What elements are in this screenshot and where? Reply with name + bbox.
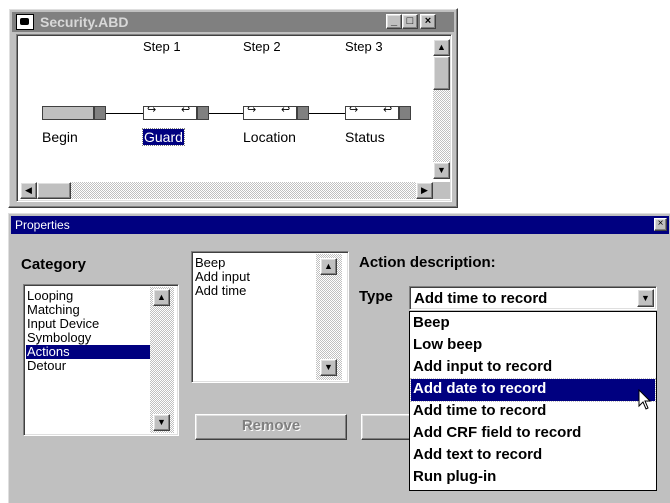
type-option-low-beep[interactable]: Low beep [411, 335, 655, 357]
scroll-up-icon[interactable]: ▲ [153, 289, 170, 306]
node-location[interactable]: ↪ ↩ [243, 104, 309, 120]
scroll-right-icon[interactable]: ▶ [416, 182, 433, 199]
horizontal-scroll-thumb[interactable] [37, 182, 71, 199]
scroll-down-icon[interactable]: ▼ [433, 162, 450, 179]
type-dropdown-list[interactable]: Beep Low beep Add input to record Add da… [409, 311, 657, 491]
exit-arrow-icon: ↩ [181, 104, 191, 116]
scroll-down-icon[interactable]: ▼ [320, 359, 337, 376]
scroll-down-icon[interactable]: ▼ [153, 414, 170, 431]
scrollbar-corner [433, 182, 450, 199]
connector-line [105, 113, 143, 114]
enter-arrow-icon: ↪ [147, 104, 157, 116]
node-label-status: Status [345, 129, 385, 145]
diagram-horizontal-scrollbar[interactable]: ◀ ▶ [20, 182, 433, 199]
action-item-add-input[interactable]: Add input [195, 270, 250, 284]
exit-arrow-icon: ↩ [281, 104, 291, 116]
exit-arrow-icon: ↩ [383, 104, 393, 116]
type-option-add-text[interactable]: Add text to record [411, 445, 655, 467]
type-option-add-crf-field[interactable]: Add CRF field to record [411, 423, 655, 445]
category-item-detour[interactable]: Detour [27, 359, 66, 373]
remove-button[interactable]: Remove [195, 414, 347, 440]
step-1-header: Step 1 [143, 39, 181, 54]
scroll-up-icon[interactable]: ▲ [433, 39, 450, 56]
actions-listbox[interactable]: Beep Add input Add time ▲ ▼ [191, 251, 349, 383]
diagram-vertical-scrollbar[interactable]: ▲ ▼ [433, 39, 450, 179]
diagram-canvas[interactable]: Step 1 Step 2 Step 3 ↪ ↩ ↪ ↩ ↪ ↩ Begin G… [16, 34, 452, 202]
node-guard[interactable]: ↪ ↩ [143, 104, 209, 120]
diagram-window-titlebar[interactable]: Security.ABD _ □ × [12, 12, 454, 32]
actions-scrollbar[interactable]: ▲ ▼ [316, 254, 342, 380]
node-label-guard[interactable]: Guard [142, 128, 185, 146]
node-begin[interactable] [42, 106, 106, 120]
diagram-window-title: Security.ABD [40, 14, 129, 30]
type-label: Type [359, 288, 393, 305]
properties-panel: Properties × Category Looping Matching I… [8, 213, 670, 503]
action-item-add-time[interactable]: Add time [195, 284, 246, 298]
category-item-matching[interactable]: Matching [27, 303, 80, 317]
category-item-symbology[interactable]: Symbology [27, 331, 91, 345]
chevron-down-icon[interactable]: ▼ [637, 289, 654, 307]
type-combobox[interactable]: Add time to record ▼ [409, 286, 657, 310]
node-status[interactable]: ↪ ↩ [345, 104, 411, 120]
minimize-button[interactable]: _ [386, 14, 402, 29]
type-option-add-date[interactable]: Add date to record [410, 378, 656, 402]
type-option-add-time[interactable]: Add time to record [411, 401, 655, 423]
category-scrollbar[interactable]: ▲ ▼ [150, 287, 174, 433]
app-icon [16, 14, 34, 30]
step-2-header: Step 2 [243, 39, 281, 54]
category-item-input-device[interactable]: Input Device [27, 317, 99, 331]
category-item-actions[interactable]: Actions [26, 345, 150, 359]
node-label-location: Location [243, 129, 296, 145]
type-option-add-input[interactable]: Add input to record [411, 357, 655, 379]
scroll-up-icon[interactable]: ▲ [320, 258, 337, 275]
vertical-scroll-thumb[interactable] [433, 56, 450, 90]
category-listbox[interactable]: Looping Matching Input Device Symbology … [23, 284, 179, 436]
connector-line [207, 113, 243, 114]
mouse-pointer-icon [638, 389, 652, 410]
close-icon[interactable]: × [654, 218, 667, 231]
type-selected-value: Add time to record [414, 290, 548, 307]
scroll-left-icon[interactable]: ◀ [20, 182, 37, 199]
enter-arrow-icon: ↪ [247, 104, 257, 116]
action-description-heading: Action description: [359, 254, 496, 271]
node-label-begin: Begin [42, 129, 78, 145]
type-option-beep[interactable]: Beep [411, 313, 655, 335]
diagram-window: Security.ABD _ □ × Step 1 Step 2 Step 3 … [8, 8, 458, 208]
category-item-looping[interactable]: Looping [27, 289, 73, 303]
action-item-beep[interactable]: Beep [195, 256, 225, 270]
enter-arrow-icon: ↪ [349, 104, 359, 116]
properties-title: Properties [15, 218, 70, 232]
properties-titlebar[interactable]: Properties × [11, 216, 669, 234]
maximize-button[interactable]: □ [402, 14, 418, 29]
type-option-run-plugin[interactable]: Run plug-in [411, 467, 655, 489]
connector-line [307, 113, 345, 114]
category-heading: Category [21, 256, 87, 273]
step-3-header: Step 3 [345, 39, 383, 54]
close-button[interactable]: × [420, 14, 436, 29]
